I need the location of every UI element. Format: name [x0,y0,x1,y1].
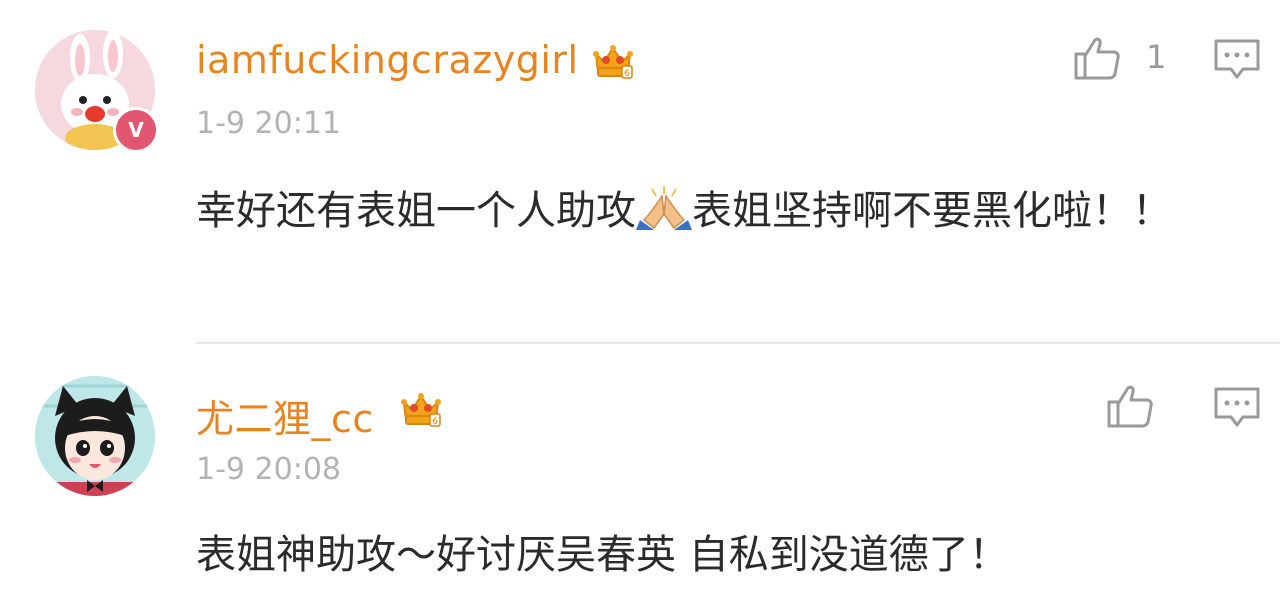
folded-hands-emoji [636,186,692,230]
comment-icon [1214,387,1260,427]
svg-text:6: 6 [432,417,438,427]
avatar[interactable] [35,376,155,496]
crown-icon: 6 [401,393,441,427]
like-count: 1 [1146,38,1167,76]
comment-icon [1214,39,1260,79]
comment-item: 尤二狸_cc 6 1-9 20:08 表姐神助攻～好讨厌吴春英 自私到没道德了！ [0,344,1280,600]
like-button[interactable] [1106,382,1154,430]
comment-item: V iamfuckingcrazygirl 6 1-9 20:11 1 幸好还有… [0,0,1280,344]
comment-text: 幸好还有表姐一个人助攻 表姐坚持啊不要黑化啦！！ [196,180,1226,242]
like-button[interactable] [1073,34,1121,82]
comment-text: 表姐神助攻～好讨厌吴春英 自私到没道德了！ [196,532,1009,578]
comment-text-part: 幸好还有表姐一个人助攻 [196,188,636,234]
thumbs-up-icon [1074,37,1120,80]
comment-text-part: 表姐坚持啊不要黑化啦！！ [692,188,1172,234]
timestamp: 1-9 20:11 [196,106,341,141]
timestamp: 1-9 20:08 [196,452,341,487]
verified-badge: V [113,107,159,153]
reply-button[interactable] [1213,36,1261,84]
cat-girl-avatar-icon [35,376,155,496]
reply-button[interactable] [1213,384,1261,432]
svg-text:6: 6 [624,69,630,79]
thumbs-up-icon [1107,385,1153,428]
username[interactable]: 尤二狸_cc [196,388,374,443]
crown-icon: 6 [593,45,633,79]
username[interactable]: iamfuckingcrazygirl [196,38,579,82]
